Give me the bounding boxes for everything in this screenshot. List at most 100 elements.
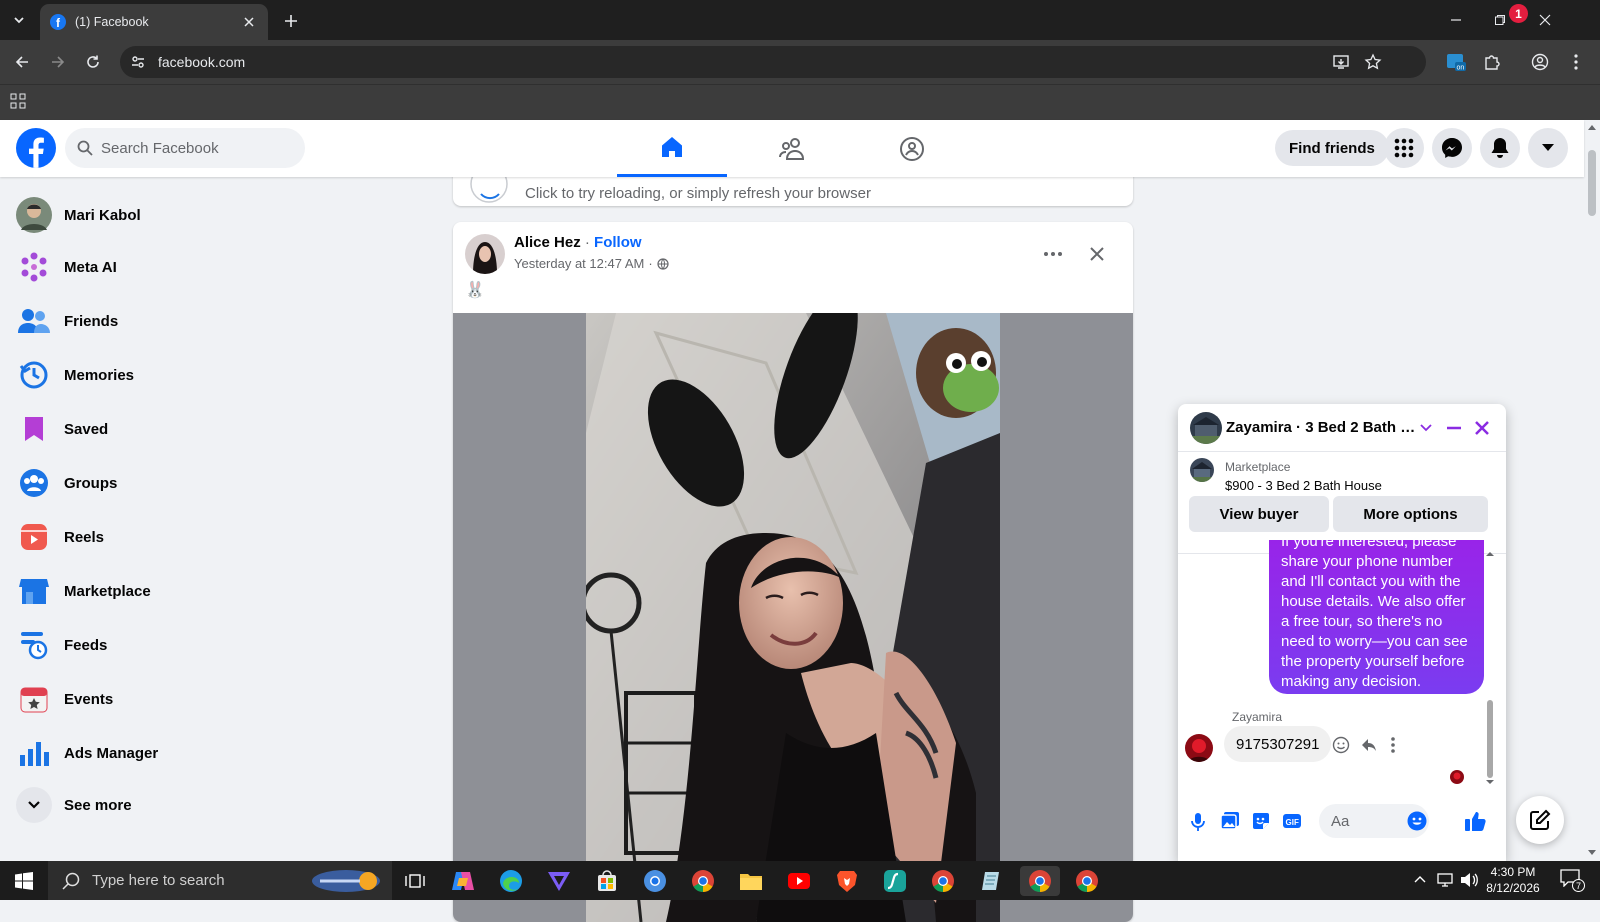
bookmark-star-icon[interactable] <box>1364 53 1382 71</box>
edge-app[interactable] <box>496 866 526 896</box>
store-app[interactable] <box>592 866 622 896</box>
copilot-app[interactable] <box>448 866 478 896</box>
tab-search-button[interactable] <box>6 7 32 33</box>
notifications-button[interactable] <box>1480 128 1520 168</box>
close-tab-button[interactable] <box>240 13 258 31</box>
taskbar-clock[interactable]: 4:30 PM 8/12/2026 <box>1478 864 1548 896</box>
search-box[interactable] <box>65 128 305 168</box>
follow-link[interactable]: Follow <box>594 234 642 251</box>
menu-button[interactable] <box>1384 128 1424 168</box>
tab-groups[interactable] <box>857 120 967 177</box>
reply-icon[interactable] <box>1360 736 1378 754</box>
script-app[interactable] <box>880 866 910 896</box>
listing-title[interactable]: $900 - 3 Bed 2 Bath House <box>1225 478 1382 493</box>
gif-icon[interactable]: GIF <box>1282 811 1302 831</box>
thumbs-up-icon[interactable] <box>1464 810 1486 832</box>
chrome-app[interactable] <box>688 866 718 896</box>
sent-message-bubble[interactable]: If you're interested, please share your … <box>1269 540 1484 694</box>
avatar[interactable] <box>465 234 505 274</box>
scroll-up-icon[interactable] <box>1588 124 1596 130</box>
sidebar-item-meta-ai[interactable]: Meta AI <box>8 241 428 293</box>
sidebar-item-memories[interactable]: Memories <box>8 349 428 401</box>
chrome-app-2[interactable] <box>928 866 958 896</box>
close-chat-button[interactable] <box>1470 416 1494 440</box>
extensions-button[interactable] <box>1480 50 1504 74</box>
find-friends-button[interactable]: Find friends <box>1275 130 1389 166</box>
received-message-bubble[interactable]: 9175307291 <box>1224 726 1332 762</box>
apps-shortcut-button[interactable] <box>10 93 30 113</box>
tab-friends[interactable] <box>737 120 847 177</box>
account-button[interactable] <box>1528 128 1568 168</box>
brave-app[interactable] <box>832 866 862 896</box>
post-photo[interactable] <box>586 313 1000 922</box>
message-input-box[interactable] <box>1319 804 1429 838</box>
scroll-down-icon[interactable] <box>1588 850 1596 856</box>
more-vertical-icon[interactable] <box>1390 736 1396 754</box>
network-icon[interactable] <box>1436 872 1454 888</box>
notification-center-button[interactable]: 7 <box>1560 869 1586 893</box>
volume-icon[interactable] <box>1460 872 1478 888</box>
chrome-app-active[interactable] <box>1020 866 1060 896</box>
sidebar-item-profile[interactable]: Mari Kabol <box>8 189 428 241</box>
chat-header[interactable]: Zayamira · 3 Bed 2 Bath H... <box>1178 404 1506 452</box>
avatar[interactable] <box>1185 734 1213 762</box>
thread-scrollbar[interactable] <box>1486 550 1494 784</box>
start-button[interactable] <box>9 866 39 896</box>
minimize-window-button[interactable] <box>1443 8 1469 32</box>
sidebar-item-ads-manager[interactable]: Ads Manager <box>8 727 428 779</box>
taskbar-search-box[interactable]: Type here to search <box>48 861 392 900</box>
scroll-up-icon[interactable] <box>1486 550 1494 558</box>
photo-icon[interactable] <box>1220 811 1240 831</box>
vpn-app[interactable] <box>544 866 574 896</box>
sidebar-item-friends[interactable]: Friends <box>8 295 428 347</box>
microphone-icon[interactable] <box>1190 812 1206 832</box>
back-button[interactable] <box>10 50 34 74</box>
sidebar-item-events[interactable]: Events <box>8 673 428 725</box>
browser-menu-button[interactable] <box>1564 50 1588 74</box>
browser-tab[interactable]: f (1) Facebook <box>40 4 268 40</box>
sidebar-item-feeds[interactable]: Feeds <box>8 619 428 671</box>
reload-button[interactable] <box>81 50 105 74</box>
thread-scrollbar-thumb[interactable] <box>1487 700 1493 778</box>
profile-button[interactable] <box>1528 50 1552 74</box>
file-explorer-app[interactable] <box>736 866 766 896</box>
post-author[interactable]: Alice Hez <box>514 234 581 251</box>
sidebar-item-saved[interactable]: Saved <box>8 403 428 455</box>
sidebar-item-groups[interactable]: Groups <box>8 457 428 509</box>
sticker-icon[interactable] <box>1251 811 1271 831</box>
new-tab-button[interactable] <box>280 10 302 32</box>
more-options-button[interactable]: More options <box>1333 496 1488 532</box>
post-options-button[interactable] <box>1035 236 1071 272</box>
minimize-chat-button[interactable] <box>1442 416 1466 440</box>
forward-button[interactable] <box>46 50 70 74</box>
post-photo-frame[interactable] <box>453 313 1133 922</box>
message-input[interactable] <box>1331 812 1401 830</box>
messenger-button[interactable] <box>1432 128 1472 168</box>
youtube-app[interactable] <box>784 866 814 896</box>
site-settings-icon[interactable] <box>130 54 146 70</box>
sidebar-item-see-more[interactable]: See more <box>8 779 428 831</box>
extension-button[interactable]: on <box>1444 50 1468 74</box>
chrome-profile-app[interactable] <box>640 866 670 896</box>
chat-settings-button[interactable] <box>1414 416 1438 440</box>
page-scrollbar[interactable] <box>1584 120 1600 861</box>
sidebar-item-reels[interactable]: Reels <box>8 511 428 563</box>
task-view-button[interactable] <box>400 866 430 896</box>
address-bar[interactable]: facebook.com <box>120 46 1426 78</box>
notepad-app[interactable] <box>976 866 1006 896</box>
close-window-button[interactable] <box>1532 8 1558 32</box>
new-message-button[interactable] <box>1516 796 1564 844</box>
sidebar-item-marketplace[interactable]: Marketplace <box>8 565 428 617</box>
view-buyer-button[interactable]: View buyer <box>1189 496 1329 532</box>
tab-home[interactable] <box>617 120 727 177</box>
chrome-app-3[interactable] <box>1072 866 1102 896</box>
emoji-icon[interactable] <box>1407 811 1427 831</box>
page-scrollbar-thumb[interactable] <box>1588 150 1596 216</box>
chevron-up-icon[interactable] <box>1414 875 1426 883</box>
post-timestamp[interactable]: Yesterday at 12:47 AM <box>514 256 644 271</box>
react-emoji-icon[interactable] <box>1332 736 1350 754</box>
facebook-logo[interactable] <box>16 128 56 168</box>
search-input[interactable] <box>101 139 281 157</box>
hide-post-button[interactable] <box>1079 236 1115 272</box>
scroll-down-icon[interactable] <box>1486 778 1494 786</box>
